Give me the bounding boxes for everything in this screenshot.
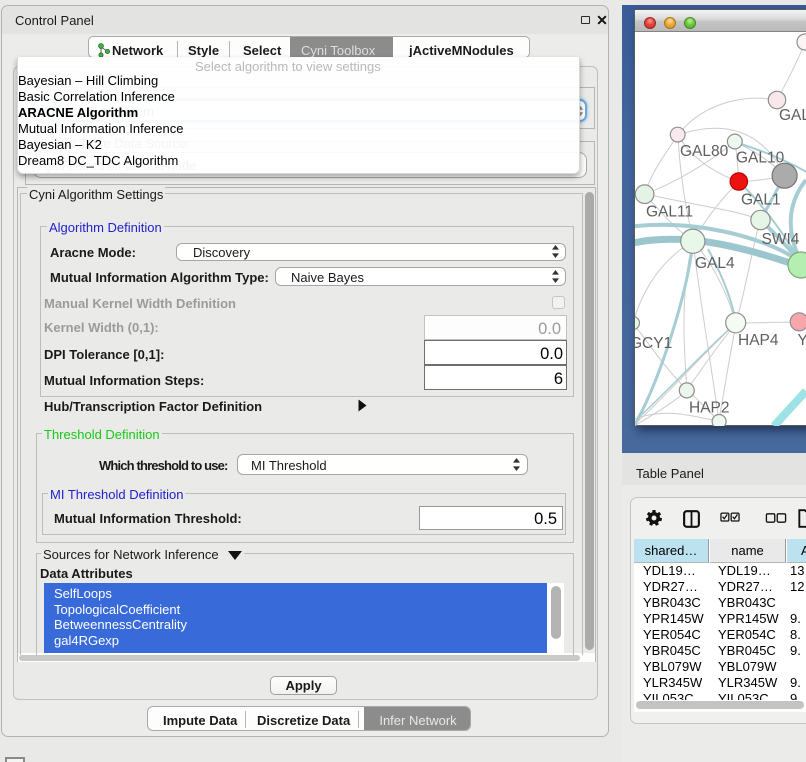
svg-text:Y: Y — [798, 332, 806, 349]
svg-text:HAP4: HAP4 — [738, 332, 779, 349]
svg-text:GAL7: GAL7 — [779, 107, 806, 124]
svg-text:HAP2: HAP2 — [689, 400, 730, 417]
svg-text:GAL4: GAL4 — [695, 255, 735, 272]
svg-text:GAL1: GAL1 — [741, 192, 781, 209]
svg-text:GAL80: GAL80 — [680, 143, 729, 160]
svg-text:SWI4: SWI4 — [762, 231, 800, 248]
svg-text:GCY1: GCY1 — [635, 335, 672, 352]
svg-text:GAL10: GAL10 — [736, 150, 785, 167]
svg-text:GAL11: GAL11 — [646, 204, 693, 221]
